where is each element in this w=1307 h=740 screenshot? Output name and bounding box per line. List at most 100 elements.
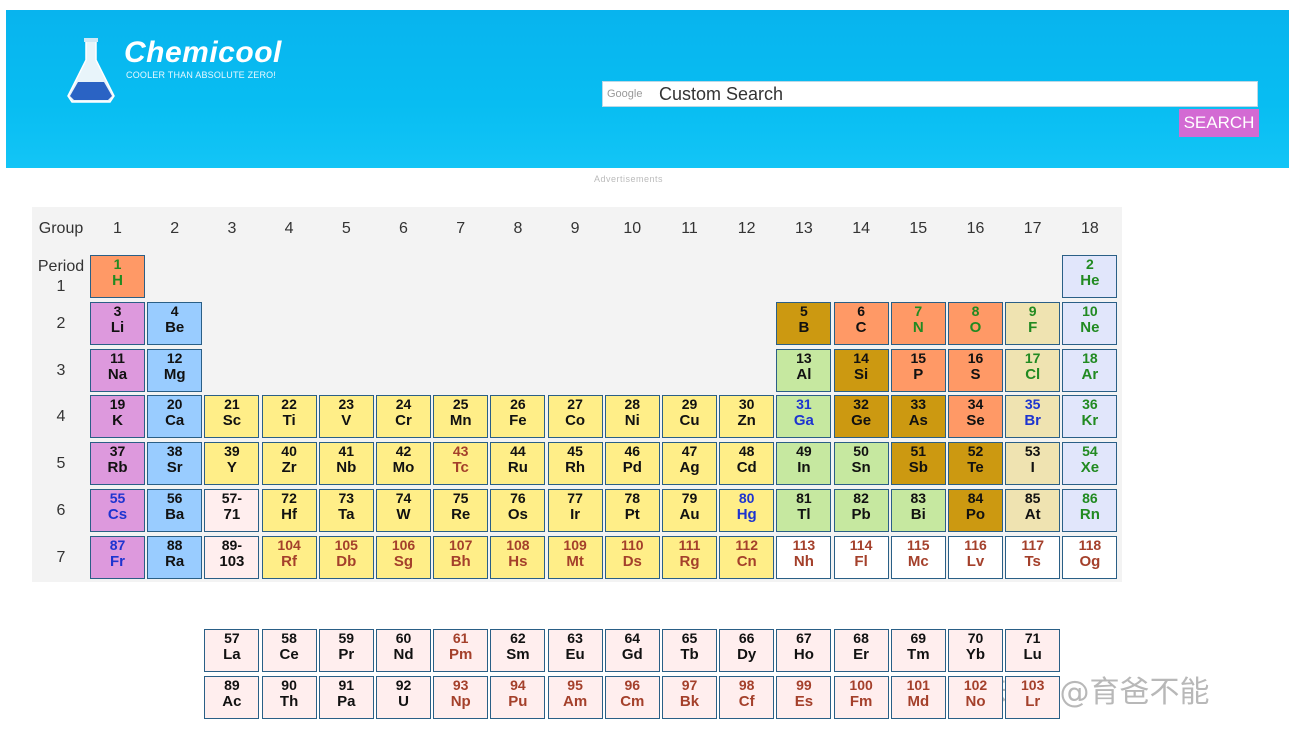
element-cell[interactable]: 9F <box>1005 301 1061 345</box>
element-cell[interactable]: 20 Ca <box>147 395 203 439</box>
element-cell[interactable]: 5B <box>776 301 832 345</box>
element-cell[interactable]: 1H <box>90 255 145 298</box>
element-cell[interactable]: 51 Sb <box>890 442 946 486</box>
element-cell[interactable]: 28 Ni <box>604 395 660 439</box>
element-cell[interactable]: 113 Nh <box>776 535 832 579</box>
element-cell[interactable]: 80 Hg <box>719 489 775 532</box>
element-cell[interactable]: 48 Cd <box>719 442 775 486</box>
element-cell[interactable]: 54 Xe <box>1062 442 1118 486</box>
element-cell[interactable]: 26 Fe <box>490 395 546 439</box>
element-cell[interactable]: 68 Er <box>833 629 889 672</box>
element-cell[interactable]: 60 Nd <box>376 629 431 672</box>
element-cell[interactable]: 45 Rh <box>547 442 603 486</box>
element-cell[interactable]: 62 Sm <box>490 629 546 672</box>
element-cell[interactable]: 8O <box>948 301 1003 345</box>
element-cell[interactable]: 92 U <box>376 675 431 719</box>
element-cell[interactable]: 40 Zr <box>261 442 317 486</box>
element-cell[interactable]: 88 Ra <box>147 535 203 579</box>
element-cell[interactable]: 89- 103 <box>204 535 260 579</box>
element-cell[interactable]: 69 Tm <box>890 629 946 672</box>
element-cell[interactable]: 100 Fm <box>833 675 889 719</box>
element-cell[interactable]: 93 Np <box>433 675 489 719</box>
element-cell[interactable]: 90 Th <box>261 675 317 719</box>
element-cell[interactable]: 3 Li <box>90 301 145 345</box>
element-cell[interactable]: 7N <box>890 301 946 345</box>
element-cell[interactable]: 6C <box>833 301 889 345</box>
element-cell[interactable]: 36 Kr <box>1062 395 1118 439</box>
element-cell[interactable]: 72 Hf <box>261 489 317 532</box>
element-cell[interactable]: 58 Ce <box>261 629 317 672</box>
element-cell[interactable]: 38 Sr <box>147 442 203 486</box>
search-input[interactable]: Google Custom Search <box>602 81 1258 107</box>
element-cell[interactable]: 86 Rn <box>1062 489 1118 532</box>
element-cell[interactable]: 57- 71 <box>204 489 260 532</box>
element-cell[interactable]: 52 Te <box>948 442 1003 486</box>
element-cell[interactable]: 98 Cf <box>719 675 775 719</box>
element-cell[interactable]: 34 Se <box>948 395 1003 439</box>
element-cell[interactable]: 66 Dy <box>719 629 775 672</box>
element-cell[interactable]: 24 Cr <box>376 395 431 439</box>
element-cell[interactable]: 101 Md <box>890 675 946 719</box>
element-cell[interactable]: 89 Ac <box>204 675 260 719</box>
element-cell[interactable]: 87 Fr <box>90 535 145 579</box>
element-cell[interactable]: 111 Rg <box>662 535 717 579</box>
element-cell[interactable]: 50 Sn <box>833 442 889 486</box>
element-cell[interactable]: 43 Tc <box>433 442 489 486</box>
element-cell[interactable]: 11 Na <box>90 348 145 392</box>
element-cell[interactable]: 71 Lu <box>1005 629 1061 672</box>
element-cell[interactable]: 115 Mc <box>890 535 946 579</box>
element-cell[interactable]: 53 I <box>1005 442 1061 486</box>
element-cell[interactable]: 85 At <box>1005 489 1061 532</box>
element-cell[interactable]: 81 Tl <box>776 489 832 532</box>
element-cell[interactable]: 95 Am <box>547 675 603 719</box>
element-cell[interactable]: 108 Hs <box>490 535 546 579</box>
element-cell[interactable]: 44 Ru <box>490 442 546 486</box>
element-cell[interactable]: 55 Cs <box>90 489 145 532</box>
element-cell[interactable]: 97 Bk <box>662 675 717 719</box>
element-cell[interactable]: 117 Ts <box>1005 535 1061 579</box>
site-logo[interactable]: Chemicool COOLER THAN ABSOLUTE ZERO! <box>66 36 336 108</box>
element-cell[interactable]: 18 Ar <box>1062 348 1118 392</box>
element-cell[interactable]: 82 Pb <box>833 489 889 532</box>
element-cell[interactable]: 96 Cm <box>604 675 660 719</box>
element-cell[interactable]: 59 Pr <box>318 629 374 672</box>
element-cell[interactable]: 83 Bi <box>890 489 946 532</box>
element-cell[interactable]: 46 Pd <box>604 442 660 486</box>
element-cell[interactable]: 2 He <box>1062 255 1118 298</box>
element-cell[interactable]: 23 V <box>318 395 374 439</box>
element-cell[interactable]: 33 As <box>890 395 946 439</box>
element-cell[interactable]: 75 Re <box>433 489 489 532</box>
element-cell[interactable]: 114 Fl <box>833 535 889 579</box>
element-cell[interactable]: 47 Ag <box>662 442 717 486</box>
element-cell[interactable]: 61 Pm <box>433 629 489 672</box>
element-cell[interactable]: 64 Gd <box>604 629 660 672</box>
element-cell[interactable]: 73 Ta <box>318 489 374 532</box>
element-cell[interactable]: 78 Pt <box>604 489 660 532</box>
element-cell[interactable]: 70 Yb <box>948 629 1003 672</box>
element-cell[interactable]: 118 Og <box>1062 535 1118 579</box>
element-cell[interactable]: 57 La <box>204 629 260 672</box>
element-cell[interactable]: 10 Ne <box>1062 301 1118 345</box>
element-cell[interactable]: 27 Co <box>547 395 603 439</box>
element-cell[interactable]: 109 Mt <box>547 535 603 579</box>
element-cell[interactable]: 22 Ti <box>261 395 317 439</box>
element-cell[interactable]: 21 Sc <box>204 395 260 439</box>
search-button[interactable]: SEARCH <box>1179 109 1259 137</box>
element-cell[interactable]: 25 Mn <box>433 395 489 439</box>
element-cell[interactable]: 39 Y <box>204 442 260 486</box>
element-cell[interactable]: 106 Sg <box>376 535 431 579</box>
element-cell[interactable]: 91 Pa <box>318 675 374 719</box>
element-cell[interactable]: 94 Pu <box>490 675 546 719</box>
element-cell[interactable]: 12 Mg <box>147 348 203 392</box>
element-cell[interactable]: 103 Lr <box>1005 675 1061 719</box>
element-cell[interactable]: 29 Cu <box>662 395 717 439</box>
element-cell[interactable]: 15 P <box>890 348 946 392</box>
element-cell[interactable]: 35 Br <box>1005 395 1061 439</box>
element-cell[interactable]: 99 Es <box>776 675 832 719</box>
element-cell[interactable]: 84 Po <box>948 489 1003 532</box>
element-cell[interactable]: 30 Zn <box>719 395 775 439</box>
element-cell[interactable]: 76 Os <box>490 489 546 532</box>
element-cell[interactable]: 56 Ba <box>147 489 203 532</box>
element-cell[interactable]: 31 Ga <box>776 395 832 439</box>
element-cell[interactable]: 13 Al <box>776 348 832 392</box>
